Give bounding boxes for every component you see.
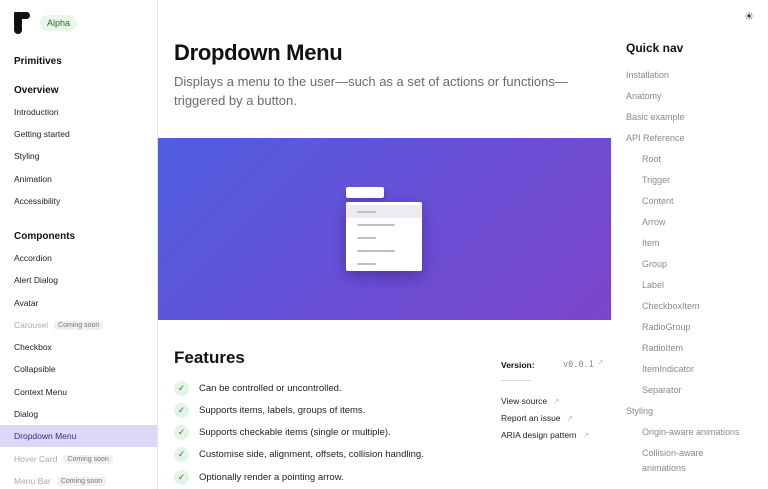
check-icon: ✓ — [174, 425, 189, 440]
sidebar-item-label: Checkbox — [14, 342, 52, 352]
sidebar-item-dialog[interactable]: Dialog — [0, 403, 157, 425]
sidebar-item-label: Avatar — [14, 298, 39, 308]
sidebar-item-menu-bar: Menu Bar Coming soon — [0, 470, 157, 489]
aria-design-pattern-link[interactable]: ARIA design pattern ↗ — [501, 430, 589, 440]
sidebar-item-label: Dialog — [14, 409, 39, 419]
coming-soon-badge: Coming soon — [56, 476, 107, 486]
quick-nav: ☀ Quick nav Installation Anatomy Basic e… — [611, 0, 768, 489]
quicknav-origin-aware-animations[interactable]: Origin-aware animations — [642, 425, 740, 440]
quicknav-itemindicator[interactable]: ItemIndicator — [642, 362, 694, 377]
dropdown-trigger-illustration — [346, 187, 384, 198]
coming-soon-badge: Coming soon — [54, 320, 104, 330]
quicknav-radioitem[interactable]: RadioItem — [642, 341, 683, 356]
sidebar-item-hover-card: Hover Card Coming soon — [0, 448, 157, 470]
sidebar-item-introduction[interactable]: Introduction — [0, 101, 157, 123]
external-link-icon: ↗ — [553, 397, 560, 406]
external-link-icon[interactable]: ↗ — [597, 358, 604, 367]
sidebar-item-label: Carousel — [14, 320, 49, 330]
sidebar-item-alert-dialog[interactable]: Alert Dialog — [0, 269, 157, 291]
components-heading: Components — [14, 231, 76, 242]
page-description: Displays a menu to the user—such as a se… — [174, 74, 568, 108]
sidebar-item-avatar[interactable]: Avatar — [0, 292, 157, 314]
quick-nav-title: Quick nav — [626, 41, 684, 55]
quicknav-content[interactable]: Content — [642, 194, 674, 209]
hero-illustration — [158, 138, 611, 320]
feature-item: ✓ Supports checkable items (single or mul… — [174, 425, 391, 440]
dropdown-menu-illustration — [346, 202, 422, 271]
features-heading: Features — [174, 348, 245, 367]
check-icon: ✓ — [174, 381, 189, 396]
report-issue-link[interactable]: Report an issue ↗ — [501, 413, 573, 423]
version-label: Version: — [501, 360, 535, 370]
quicknav-arrow[interactable]: Arrow — [642, 215, 666, 230]
sidebar-item-label: Hover Card — [14, 454, 58, 464]
feature-item: ✓ Optionally render a pointing arrow. — [174, 470, 344, 485]
check-icon: ✓ — [174, 403, 189, 418]
alpha-badge: Alpha — [40, 15, 78, 31]
quicknav-collision-aware-animations[interactable]: Collision-aware animations — [642, 446, 742, 476]
overview-heading: Overview — [14, 85, 59, 96]
coming-soon-badge: Coming soon — [63, 454, 113, 464]
sidebar-item-styling[interactable]: Styling — [0, 145, 157, 167]
quicknav-root[interactable]: Root — [642, 152, 661, 167]
sidebar-item-carousel: Carousel Coming soon — [0, 314, 157, 336]
sidebar-item-label: Dropdown Menu — [14, 431, 77, 441]
sidebar: Alpha Primitives Overview Introduction G… — [0, 0, 158, 489]
sidebar-item-context-menu[interactable]: Context Menu — [0, 381, 157, 403]
sidebar-item-collapsible[interactable]: Collapsible — [0, 358, 157, 380]
quicknav-anatomy[interactable]: Anatomy — [626, 89, 662, 104]
quicknav-group[interactable]: Group — [642, 257, 667, 272]
quicknav-api-reference[interactable]: API Reference — [626, 131, 685, 146]
check-icon: ✓ — [174, 470, 189, 485]
sidebar-item-checkbox[interactable]: Checkbox — [0, 336, 157, 358]
feature-item: ✓ Can be controlled or uncontrolled. — [174, 381, 342, 396]
primitives-heading: Primitives — [14, 56, 62, 67]
quicknav-separator[interactable]: Separator — [642, 383, 682, 398]
sidebar-item-label: Collapsible — [14, 364, 56, 374]
sidebar-item-label: Menu Bar — [14, 476, 51, 486]
main-content: Dropdown Menu Displays a menu to the use… — [158, 0, 611, 489]
quicknav-installation[interactable]: Installation — [626, 68, 669, 83]
divider — [501, 380, 531, 381]
sidebar-item-accordion[interactable]: Accordion — [0, 247, 157, 269]
quicknav-trigger[interactable]: Trigger — [642, 173, 670, 188]
sidebar-item-label: Alert Dialog — [14, 275, 58, 285]
quicknav-styling[interactable]: Styling — [626, 404, 653, 419]
quicknav-item[interactable]: Item — [642, 236, 660, 251]
sidebar-item-label: Context Menu — [14, 387, 67, 397]
feature-item: ✓ Customise side, alignment, offsets, col… — [174, 447, 424, 462]
sidebar-item-accessibility[interactable]: Accessibility — [0, 190, 157, 212]
feature-item: ✓ Supports items, labels, groups of items… — [174, 403, 365, 418]
sidebar-item-dropdown-menu[interactable]: Dropdown Menu — [0, 425, 157, 447]
check-icon: ✓ — [174, 447, 189, 462]
external-link-icon: ↗ — [582, 431, 590, 440]
sidebar-item-label: Accordion — [14, 253, 52, 263]
logo-row: Alpha — [14, 12, 78, 34]
radix-logo[interactable] — [14, 12, 30, 34]
page-title: Dropdown Menu — [174, 40, 343, 65]
quicknav-label[interactable]: Label — [642, 278, 664, 293]
theme-toggle-icon[interactable]: ☀ — [742, 9, 756, 23]
sidebar-item-animation[interactable]: Animation — [0, 168, 157, 190]
quicknav-basic-example[interactable]: Basic example — [626, 110, 685, 125]
quicknav-checkboxitem[interactable]: CheckboxItem — [642, 299, 700, 314]
version-value: v0.0.1 — [563, 360, 594, 370]
external-link-icon: ↗ — [566, 414, 574, 423]
quicknav-radiogroup[interactable]: RadioGroup — [642, 320, 691, 335]
sidebar-item-getting-started[interactable]: Getting started — [0, 123, 157, 145]
view-source-link[interactable]: View source ↗ — [501, 396, 560, 406]
